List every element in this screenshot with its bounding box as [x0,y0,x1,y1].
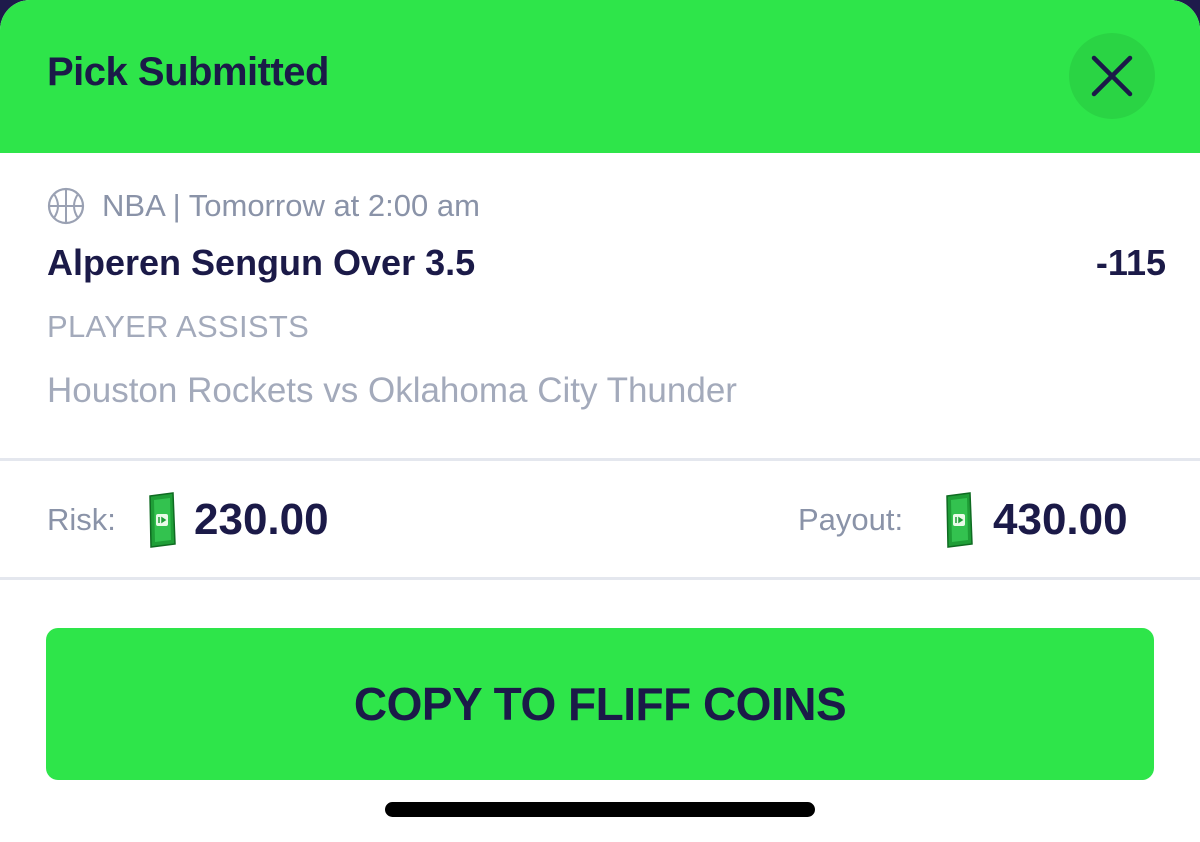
pick-odds: -115 [1095,242,1166,283]
pick-meta: NBA | Tomorrow at 2:00 am [47,186,480,226]
basketball-icon [47,187,85,225]
divider [0,458,1200,461]
home-indicator[interactable] [385,802,815,817]
sheet-title: Pick Submitted [47,50,329,94]
close-icon [1091,55,1133,97]
payout-label: Payout: [798,502,904,537]
divider [0,577,1200,580]
payout-amount: 430.00 [993,495,1128,544]
risk-amount: 230.00 [194,495,329,544]
cash-bill-icon [149,492,176,548]
copy-to-fliff-coins-button[interactable]: COPY TO FLIFF COINS [46,628,1154,780]
game-matchup: Houston Rockets vs Oklahoma City Thunder [47,371,737,410]
league-and-time: NBA | Tomorrow at 2:00 am [102,188,480,223]
cash-bill-icon [946,492,973,548]
close-button[interactable] [1069,33,1155,119]
market-type: PLAYER ASSISTS [47,309,310,344]
pick-submitted-sheet: Pick Submitted NBA | Tomorrow at 2:00 am… [0,0,1200,842]
pick-selection: Alperen Sengun Over 3.5 [47,242,476,283]
sheet-header: Pick Submitted [0,0,1200,153]
risk-label: Risk: [47,502,116,537]
copy-button-label: COPY TO FLIFF COINS [353,678,847,730]
